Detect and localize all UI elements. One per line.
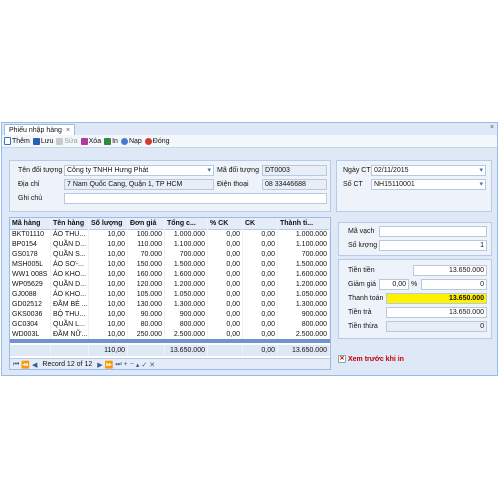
code-field[interactable]: DT0003 [262, 165, 327, 176]
phone-field[interactable]: 08 33446688 [262, 179, 327, 190]
delete-button[interactable]: Xóa [80, 137, 101, 145]
confirm-record-icon[interactable]: ✓ [141, 361, 147, 369]
save-icon [32, 137, 40, 145]
total-amount: 13.650.000 [278, 345, 330, 356]
doc-dropdown-icon[interactable]: ▾ [479, 180, 483, 189]
date-field[interactable]: 02/11/2015 ▾ [371, 165, 486, 176]
next-record-icon[interactable]: ▶ [97, 361, 102, 369]
date-label: Ngày CT [343, 167, 371, 174]
col-header-qty[interactable]: Số lượng [89, 218, 128, 229]
checkbox-checked-icon[interactable]: ✕ [338, 355, 346, 363]
grid-totals-row: 110,00 13.650.000 0,00 13.650.000 [10, 345, 330, 356]
barcode-input[interactable] [379, 226, 487, 237]
dropdown-icon[interactable]: ▾ [207, 166, 211, 175]
calendar-dropdown-icon[interactable]: ▾ [479, 166, 483, 175]
total-price [128, 345, 165, 356]
quantity-label: Số lượng [348, 242, 378, 249]
close-button[interactable]: Đóng [144, 137, 170, 145]
supplier-panel: Tên đối tượng Công ty TNHH Hưng Phát ▾ M… [9, 160, 331, 212]
address-label: Địa chỉ [18, 181, 40, 188]
total-name [51, 345, 89, 356]
delete-icon [80, 137, 88, 145]
purchase-receipt-window: Phiếu nhập hàng × × Thêm Lưu Sửa Xóa In … [1, 122, 498, 376]
supplier-field[interactable]: Công ty TNHH Hưng Phát ▾ [64, 165, 214, 176]
total-code [10, 345, 51, 356]
discount-percent-field[interactable]: 0,00 [379, 279, 409, 290]
delete-record-icon[interactable]: − [130, 361, 134, 368]
col-header-discount[interactable]: CK [243, 218, 278, 229]
doc-number-label: Số CT [343, 181, 363, 188]
doc-number-field[interactable]: NH15110001 ▾ [371, 179, 486, 190]
payment-field[interactable]: 13.650.000 [386, 293, 487, 304]
close-icon [144, 137, 152, 145]
preview-label: Xem trước khi in [348, 355, 404, 363]
prev-record-icon[interactable]: ◀ [32, 361, 37, 369]
edit-icon [56, 137, 64, 145]
preview-before-print-toggle[interactable]: ✕ Xem trước khi in [338, 355, 404, 363]
last-record-icon[interactable]: ⏭ [115, 361, 121, 369]
print-icon [104, 137, 112, 145]
total-discount-pct [208, 345, 243, 356]
scan-panel: Mã vạch Số lượng 1 [338, 222, 492, 256]
cancel-record-icon[interactable]: ✕ [149, 361, 155, 369]
add-record-icon[interactable]: + [124, 361, 128, 368]
payment-label: Thanh toán [348, 295, 384, 302]
barcode-label: Mã vạch [348, 228, 375, 235]
note-field[interactable] [64, 193, 327, 204]
total-subtotal: 13.650.000 [165, 345, 208, 356]
total-qty: 110,00 [89, 345, 128, 356]
col-header-price[interactable]: Đơn giá [128, 218, 165, 229]
supplier-label: Tên đối tượng [18, 167, 63, 174]
next-page-icon[interactable]: ⏩ [105, 361, 114, 369]
document-panel: Ngày CT 02/11/2015 ▾ Số CT NH15110001 ▾ [336, 160, 492, 212]
total-discount: 0,00 [243, 345, 278, 356]
reload-icon [120, 137, 128, 145]
record-counter: Record 12 of 12 [42, 361, 93, 368]
code-label: Mã đối tượng [217, 167, 259, 174]
add-button[interactable]: Thêm [4, 137, 30, 145]
note-label: Ghi chú [18, 195, 43, 202]
col-header-amount[interactable]: Thành ti... [278, 218, 330, 229]
window-close-icon[interactable]: × [490, 124, 494, 131]
paid-field[interactable]: 13.650.000 [386, 307, 487, 318]
reload-button[interactable]: Nạp [120, 137, 142, 145]
address-field[interactable]: 7 Nam Quốc Cang, Quận 1, TP HCM [64, 179, 214, 190]
col-header-subtotal[interactable]: Tổng c... [165, 218, 208, 229]
edit-button[interactable]: Sửa [56, 137, 78, 145]
quantity-input[interactable]: 1 [379, 240, 487, 251]
total-field[interactable]: 13.650.000 [413, 265, 487, 276]
total-label: Tiền tiền [348, 267, 375, 274]
print-button[interactable]: In [104, 137, 118, 145]
edit-record-icon[interactable]: ▴ [136, 361, 140, 369]
col-header-code[interactable]: Mã hàng [10, 218, 51, 229]
first-record-icon[interactable]: ⏮ [13, 361, 19, 369]
paid-label: Tiền trả [348, 309, 372, 316]
col-header-discount-pct[interactable]: % CK [208, 218, 243, 229]
save-button[interactable]: Lưu [32, 137, 53, 145]
change-field[interactable]: 0 [386, 321, 487, 332]
discount-label: Giảm giá [348, 281, 377, 288]
toolbar: Thêm Lưu Sửa Xóa In Nạp Đóng [2, 135, 497, 148]
payment-panel: Tiền tiền 13.650.000 Giảm giá 0,00 % 0 T… [338, 259, 492, 339]
discount-amount-field[interactable]: 0 [421, 279, 487, 290]
col-header-name[interactable]: Tên hàng [51, 218, 89, 229]
items-grid: Mã hàng Tên hàng Số lượng Đơn giá Tổng c… [9, 217, 331, 370]
grid-navigator: ⏮ ⏪ ◀ Record 12 of 12 ▶ ⏩ ⏭ + − ▴ ✓ ✕ [10, 358, 330, 369]
change-label: Tiền thừa [348, 323, 378, 330]
prev-page-icon[interactable]: ⏪ [21, 361, 30, 369]
phone-label: Điện thoại [217, 181, 249, 188]
percent-sign: % [411, 281, 418, 288]
tab-bar: Phiếu nhập hàng × × [2, 123, 497, 136]
new-row-selection[interactable] [10, 339, 330, 343]
new-document-icon [4, 137, 11, 145]
